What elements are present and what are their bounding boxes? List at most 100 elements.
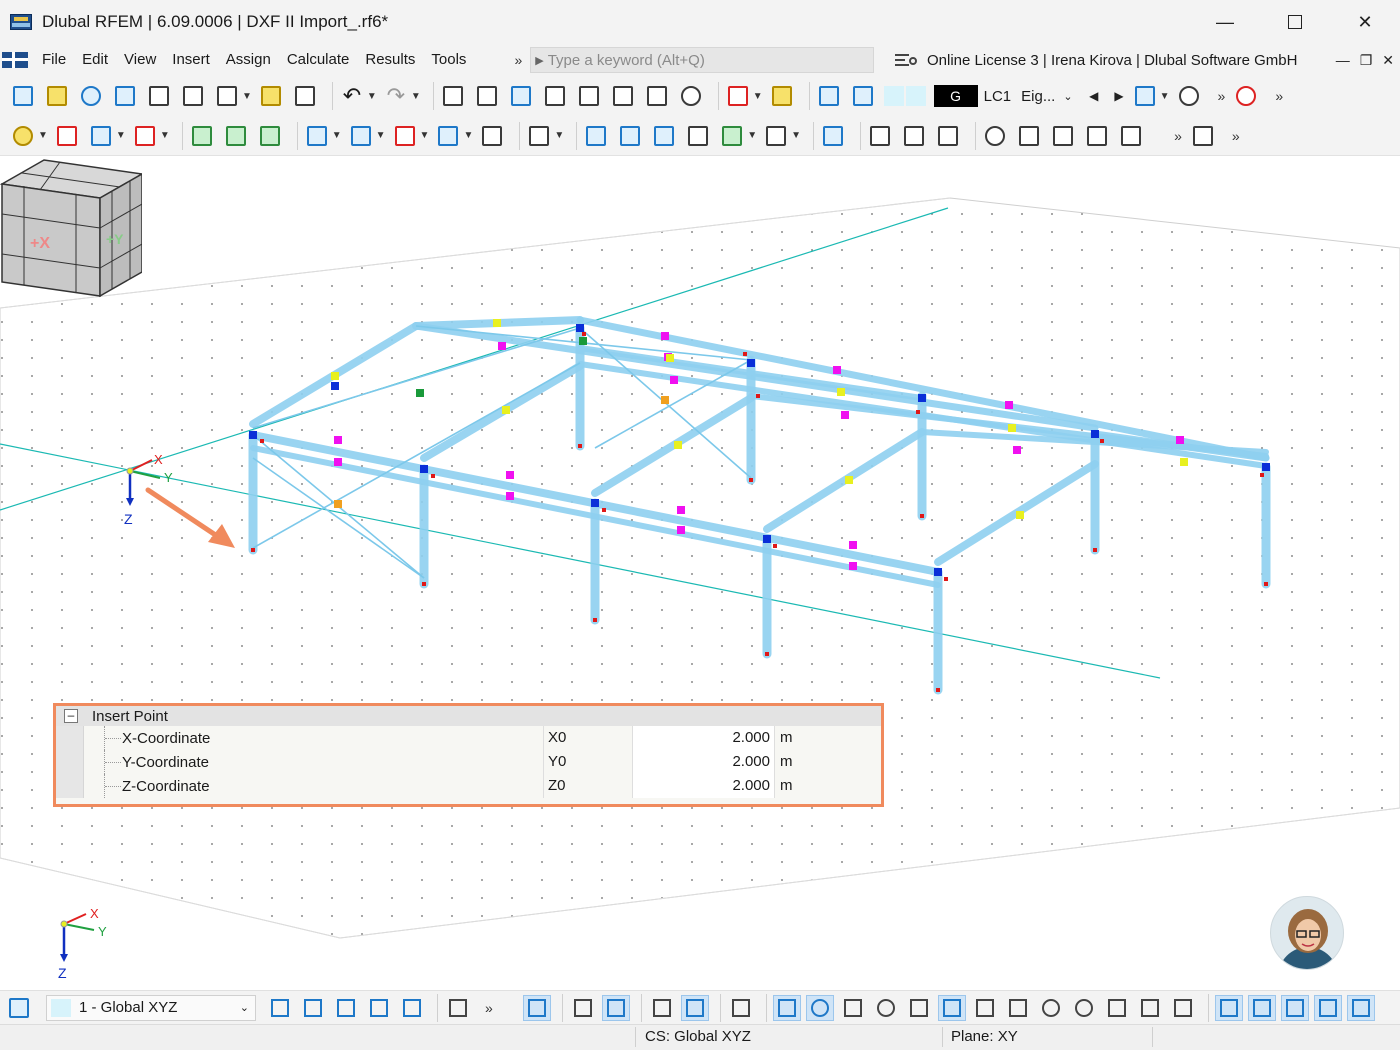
coordinate-system-select[interactable]: 1 - Global XYZ ⌄ [46, 994, 256, 1021]
x-coordinate-input[interactable]: 2.000 [632, 726, 775, 750]
table-icon[interactable] [440, 83, 466, 109]
rectangle-icon[interactable] [392, 123, 418, 149]
bottombar-overflow-button[interactable]: » [477, 1000, 501, 1016]
snap-intersection-icon[interactable] [1103, 995, 1131, 1021]
line-node[interactable] [677, 506, 685, 514]
plate-icon[interactable] [1016, 123, 1042, 149]
webservice-icon[interactable] [112, 83, 138, 109]
opening-dropdown-icon[interactable]: ▼ [376, 130, 386, 141]
load-up-icon[interactable] [816, 83, 842, 109]
dimension-icon[interactable] [508, 83, 534, 109]
structure-node[interactable] [331, 382, 339, 390]
surface-load-icon[interactable] [685, 123, 711, 149]
menu-overflow-button[interactable]: » [506, 52, 530, 68]
slope-icon[interactable] [1118, 123, 1144, 149]
next-load-case-icon[interactable]: ▶ [1114, 89, 1123, 103]
search-reset-icon[interactable] [1233, 83, 1259, 109]
visibility-icon[interactable] [1176, 83, 1202, 109]
support-point[interactable] [431, 474, 435, 478]
support-point[interactable] [1260, 473, 1264, 477]
support-point[interactable] [749, 478, 753, 482]
menu-edit[interactable]: Edit [74, 44, 116, 76]
save-icon[interactable] [180, 83, 206, 109]
previous-load-case-icon[interactable]: ◀ [1089, 89, 1098, 103]
toolbar-overflow-button[interactable]: » [1210, 88, 1234, 104]
model-manager-icon[interactable] [146, 83, 172, 109]
snap-angle-icon[interactable] [1136, 995, 1164, 1021]
solid-icon[interactable] [435, 123, 461, 149]
midpoint-node[interactable] [837, 388, 845, 396]
imperfection-dropdown-icon[interactable]: ▼ [747, 130, 757, 141]
guide-line-icon[interactable] [1313, 994, 1342, 1021]
rectangle-dropdown-icon[interactable]: ▼ [420, 130, 430, 141]
view-front-icon[interactable] [299, 995, 327, 1021]
text-insert-icon[interactable] [769, 83, 795, 109]
line-node[interactable] [498, 342, 506, 350]
structure-node[interactable] [1091, 430, 1099, 438]
menu-file[interactable]: File [34, 44, 74, 76]
redo-dropdown-icon[interactable]: ▼ [411, 91, 421, 102]
support-node[interactable] [416, 389, 424, 397]
line-load-icon[interactable] [651, 123, 677, 149]
cube-render-icon[interactable] [1050, 123, 1076, 149]
snap-object-icon[interactable] [680, 994, 709, 1021]
structure-node[interactable] [918, 394, 926, 402]
view-side-icon[interactable] [332, 995, 360, 1021]
model-viewport[interactable]: X Y Z X Y Z +X +Y – Insert Point X-Coord… [0, 158, 1400, 990]
hinge-dropdown-icon[interactable]: ▼ [554, 130, 564, 141]
imperfection-icon[interactable] [719, 123, 745, 149]
support-icon[interactable] [189, 123, 215, 149]
snap-points-icon[interactable] [569, 995, 597, 1021]
snap-visibility-icon[interactable] [601, 994, 630, 1021]
support-point[interactable] [936, 688, 940, 692]
midpoint-node[interactable] [845, 476, 853, 484]
nodal-load-icon[interactable] [583, 123, 609, 149]
mdi-restore-button[interactable]: ❐ [1360, 52, 1373, 69]
node-icon[interactable] [10, 123, 36, 149]
arrows-icon[interactable] [1084, 123, 1110, 149]
script-icon[interactable] [610, 83, 636, 109]
new-model-icon[interactable] [10, 83, 36, 109]
intersection-node[interactable] [334, 500, 342, 508]
polyline-icon[interactable] [132, 123, 158, 149]
midpoint-node[interactable] [1016, 511, 1024, 519]
support-point[interactable] [1264, 582, 1268, 586]
midpoint-node[interactable] [674, 441, 682, 449]
menu-assign[interactable]: Assign [218, 44, 279, 76]
mdi-minimize-button[interactable]: — [1336, 52, 1350, 68]
undo-dropdown-icon[interactable]: ▼ [367, 91, 377, 102]
navigation-cube[interactable]: +X +Y [0, 158, 142, 298]
snap-x-icon[interactable] [905, 995, 933, 1021]
midpoint-node[interactable] [331, 372, 339, 380]
surface-icon[interactable] [304, 123, 330, 149]
open-folder-icon[interactable] [44, 83, 70, 109]
line-node[interactable] [841, 411, 849, 419]
line-node[interactable] [833, 366, 841, 374]
snap-dots-icon[interactable] [1169, 995, 1197, 1021]
toolbar-overflow-button-2[interactable]: » [1267, 88, 1291, 104]
menu-view[interactable]: View [116, 44, 164, 76]
snap-perpendicular-icon[interactable] [937, 994, 966, 1021]
load-down-icon[interactable] [850, 83, 876, 109]
box-icon[interactable] [479, 123, 505, 149]
support-point[interactable] [602, 508, 606, 512]
support-point[interactable] [251, 548, 255, 552]
hinge-icon[interactable] [526, 123, 552, 149]
structure-node[interactable] [576, 324, 584, 332]
work-plane-icon[interactable] [1280, 994, 1309, 1021]
midpoint-node[interactable] [666, 354, 674, 362]
collapse-icon[interactable]: – [64, 709, 78, 723]
line-node[interactable] [506, 492, 514, 500]
z-axis-icon[interactable] [1346, 994, 1375, 1021]
support-point[interactable] [422, 582, 426, 586]
surface-support-icon[interactable] [257, 123, 283, 149]
generator-icon[interactable] [763, 123, 789, 149]
toolbar2-overflow-button-2[interactable]: » [1224, 128, 1248, 144]
solid-dropdown-icon[interactable]: ▼ [463, 130, 473, 141]
support-point[interactable] [773, 544, 777, 548]
support-point[interactable] [756, 394, 760, 398]
menu-insert[interactable]: Insert [164, 44, 218, 76]
license-search-icon[interactable] [895, 51, 919, 69]
section-filter-icon[interactable] [820, 123, 846, 149]
mdi-close-button[interactable]: ✕ [1382, 52, 1394, 69]
